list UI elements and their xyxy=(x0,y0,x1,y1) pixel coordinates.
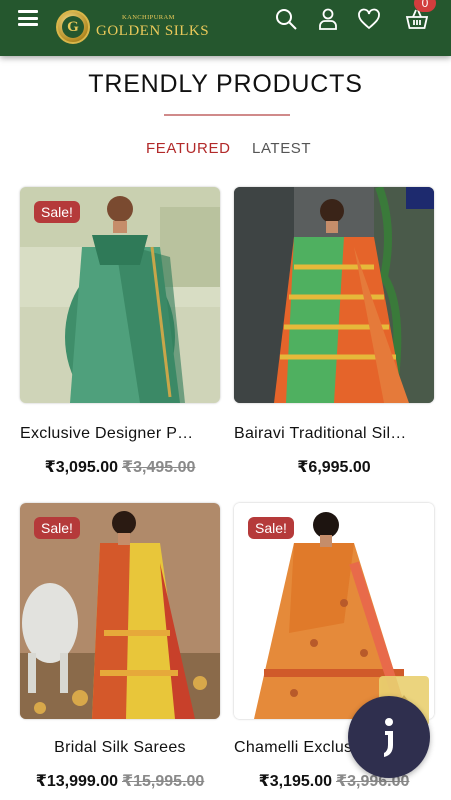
product-price: ₹6,995.00 xyxy=(234,457,434,477)
top-header: G KANCHIPURAM GOLDEN SILKS 0 xyxy=(0,0,451,56)
current-price: ₹3,095.00 xyxy=(44,459,118,476)
original-price: ₹15,995.00 xyxy=(122,773,205,790)
sale-badge: Sale! xyxy=(34,517,80,539)
chat-button[interactable] xyxy=(348,696,430,778)
section-title: TRENDLY PRODUCTS xyxy=(88,70,363,98)
search-icon[interactable] xyxy=(273,6,299,32)
logo-badge: G xyxy=(56,10,90,44)
product-price: ₹3,095.00 ₹3,495.00 xyxy=(20,457,220,477)
product-name[interactable]: Bridal Silk Sarees xyxy=(20,739,220,757)
sale-badge: Sale! xyxy=(248,517,294,539)
original-price: ₹3,495.00 xyxy=(122,459,196,476)
current-price: ₹6,995.00 xyxy=(297,459,371,476)
brand-name: GOLDEN SILKS xyxy=(96,22,210,39)
product-card[interactable]: Sale! Exclusive Designer P… ₹3,095.00 ₹3,… xyxy=(20,187,220,487)
user-icon[interactable] xyxy=(315,6,341,32)
product-card[interactable]: Sale! Bridal Silk Sarees ₹13,999.00 ₹15,9… xyxy=(20,503,220,800)
heart-icon[interactable] xyxy=(356,6,382,32)
brand-small-text: KANCHIPURAM xyxy=(122,14,175,22)
tab-featured[interactable]: FEATURED xyxy=(146,140,231,157)
tab-latest[interactable]: LATEST xyxy=(252,140,311,157)
product-name[interactable]: Bairavi Traditional Sil… xyxy=(234,425,434,443)
logo-letter: G xyxy=(62,16,84,38)
cart-count-badge[interactable]: 0 xyxy=(414,0,436,12)
menu-icon[interactable] xyxy=(18,10,38,26)
current-price: ₹13,999.00 xyxy=(35,773,118,790)
product-card[interactable]: Bairavi Traditional Sil… ₹6,995.00 xyxy=(234,187,434,487)
chat-icon xyxy=(384,718,393,757)
sale-badge: Sale! xyxy=(34,201,80,223)
product-price: ₹13,999.00 ₹15,995.00 xyxy=(20,771,220,791)
title-divider xyxy=(164,114,290,116)
product-name[interactable]: Exclusive Designer P… xyxy=(20,425,220,443)
brand-logo[interactable]: G KANCHIPURAM GOLDEN SILKS xyxy=(56,8,209,46)
product-image[interactable] xyxy=(234,187,434,403)
current-price: ₹3,195.00 xyxy=(258,773,332,790)
